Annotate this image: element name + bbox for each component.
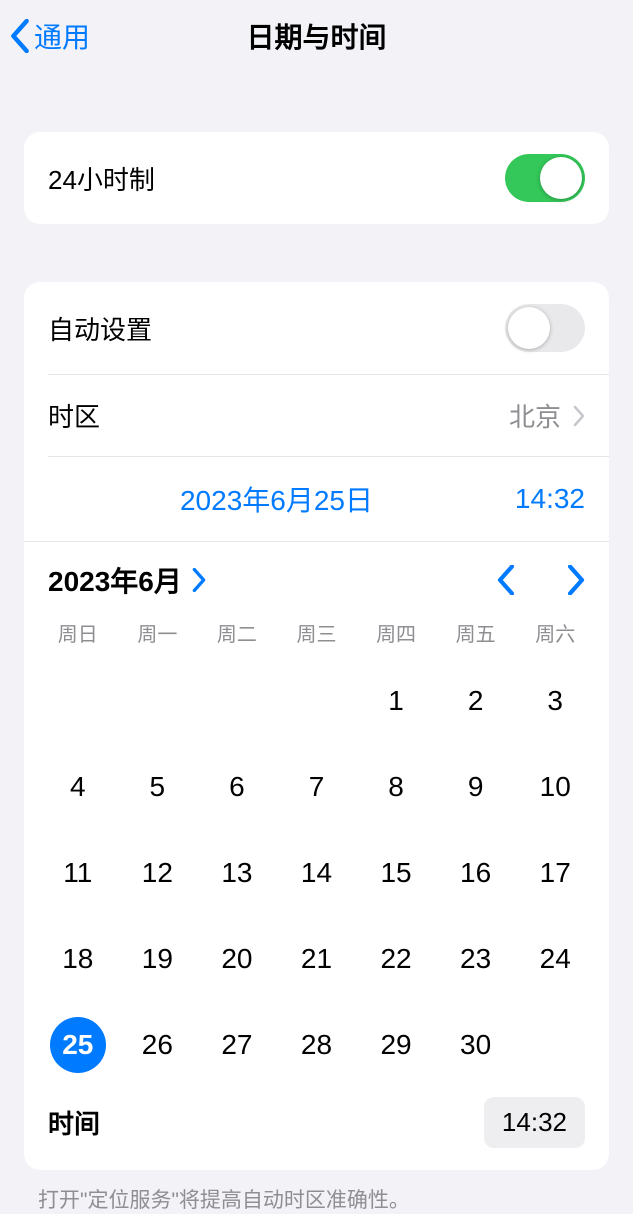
timezone-row[interactable]: 时区 北京 bbox=[24, 375, 609, 456]
calendar-blank bbox=[38, 673, 118, 729]
calendar-day[interactable]: 26 bbox=[129, 1017, 185, 1073]
prev-month-button[interactable] bbox=[497, 565, 515, 595]
weekday-label: 周一 bbox=[118, 618, 198, 647]
month-label: 2023年6月 bbox=[48, 560, 182, 600]
weekday-label: 周三 bbox=[277, 618, 357, 647]
calendar-blank bbox=[277, 673, 357, 729]
page-title: 日期与时间 bbox=[0, 16, 633, 56]
calendar-day[interactable]: 1 bbox=[368, 673, 424, 729]
selected-time-button[interactable]: 14:32 bbox=[465, 483, 585, 515]
footer-note: 打开"定位服务"将提高自动时区准确性。 bbox=[0, 1170, 633, 1214]
auto-set-label: 自动设置 bbox=[48, 310, 152, 347]
chevron-left-icon bbox=[10, 19, 30, 53]
time-picker-button[interactable]: 14:32 bbox=[484, 1097, 585, 1148]
calendar-day[interactable]: 4 bbox=[50, 759, 106, 815]
next-month-button[interactable] bbox=[567, 565, 585, 595]
weekday-label: 周二 bbox=[197, 618, 277, 647]
nav-back-label: 通用 bbox=[34, 16, 90, 56]
calendar-day[interactable]: 10 bbox=[527, 759, 583, 815]
calendar-day[interactable]: 25 bbox=[50, 1017, 106, 1073]
calendar-day[interactable]: 24 bbox=[527, 931, 583, 987]
calendar-blank bbox=[197, 673, 277, 729]
twenty-four-hour-row: 24小时制 bbox=[24, 132, 609, 224]
calendar-day[interactable]: 18 bbox=[50, 931, 106, 987]
calendar-day[interactable]: 21 bbox=[288, 931, 344, 987]
calendar-day[interactable]: 27 bbox=[209, 1017, 265, 1073]
chevron-right-icon bbox=[192, 568, 206, 592]
weekday-label: 周日 bbox=[38, 618, 118, 647]
calendar-day[interactable]: 5 bbox=[129, 759, 185, 815]
calendar-day[interactable]: 22 bbox=[368, 931, 424, 987]
calendar-day[interactable]: 30 bbox=[448, 1017, 504, 1073]
timezone-value: 北京 bbox=[509, 397, 561, 434]
selected-date-button[interactable]: 2023年6月25日 bbox=[180, 485, 373, 516]
calendar-day[interactable]: 14 bbox=[288, 845, 344, 901]
month-picker-button[interactable]: 2023年6月 bbox=[48, 560, 206, 600]
timezone-label: 时区 bbox=[48, 397, 100, 434]
calendar-day[interactable]: 28 bbox=[288, 1017, 344, 1073]
calendar-day[interactable]: 17 bbox=[527, 845, 583, 901]
weekday-label: 周五 bbox=[436, 618, 516, 647]
date-time-summary: 2023年6月25日 14:32 bbox=[24, 457, 609, 541]
calendar-day[interactable]: 23 bbox=[448, 931, 504, 987]
auto-set-row: 自动设置 bbox=[24, 282, 609, 374]
calendar-day[interactable]: 15 bbox=[368, 845, 424, 901]
twenty-four-hour-label: 24小时制 bbox=[48, 160, 155, 197]
auto-set-toggle[interactable] bbox=[505, 304, 585, 352]
calendar-day[interactable]: 3 bbox=[527, 673, 583, 729]
weekday-label: 周六 bbox=[515, 618, 595, 647]
calendar-day[interactable]: 13 bbox=[209, 845, 265, 901]
calendar-day[interactable]: 9 bbox=[448, 759, 504, 815]
twenty-four-hour-toggle[interactable] bbox=[505, 154, 585, 202]
calendar-day[interactable]: 11 bbox=[50, 845, 106, 901]
calendar-blank bbox=[118, 673, 198, 729]
calendar-day[interactable]: 2 bbox=[448, 673, 504, 729]
calendar-day[interactable]: 12 bbox=[129, 845, 185, 901]
calendar-day[interactable]: 7 bbox=[288, 759, 344, 815]
time-row-label: 时间 bbox=[48, 1104, 100, 1141]
calendar-day[interactable]: 16 bbox=[448, 845, 504, 901]
chevron-right-icon bbox=[573, 405, 585, 427]
calendar-day[interactable]: 29 bbox=[368, 1017, 424, 1073]
calendar-day[interactable]: 20 bbox=[209, 931, 265, 987]
calendar-day[interactable]: 6 bbox=[209, 759, 265, 815]
nav-back-button[interactable]: 通用 bbox=[0, 16, 90, 56]
weekday-label: 周四 bbox=[356, 618, 436, 647]
calendar-day[interactable]: 8 bbox=[368, 759, 424, 815]
calendar-day[interactable]: 19 bbox=[129, 931, 185, 987]
